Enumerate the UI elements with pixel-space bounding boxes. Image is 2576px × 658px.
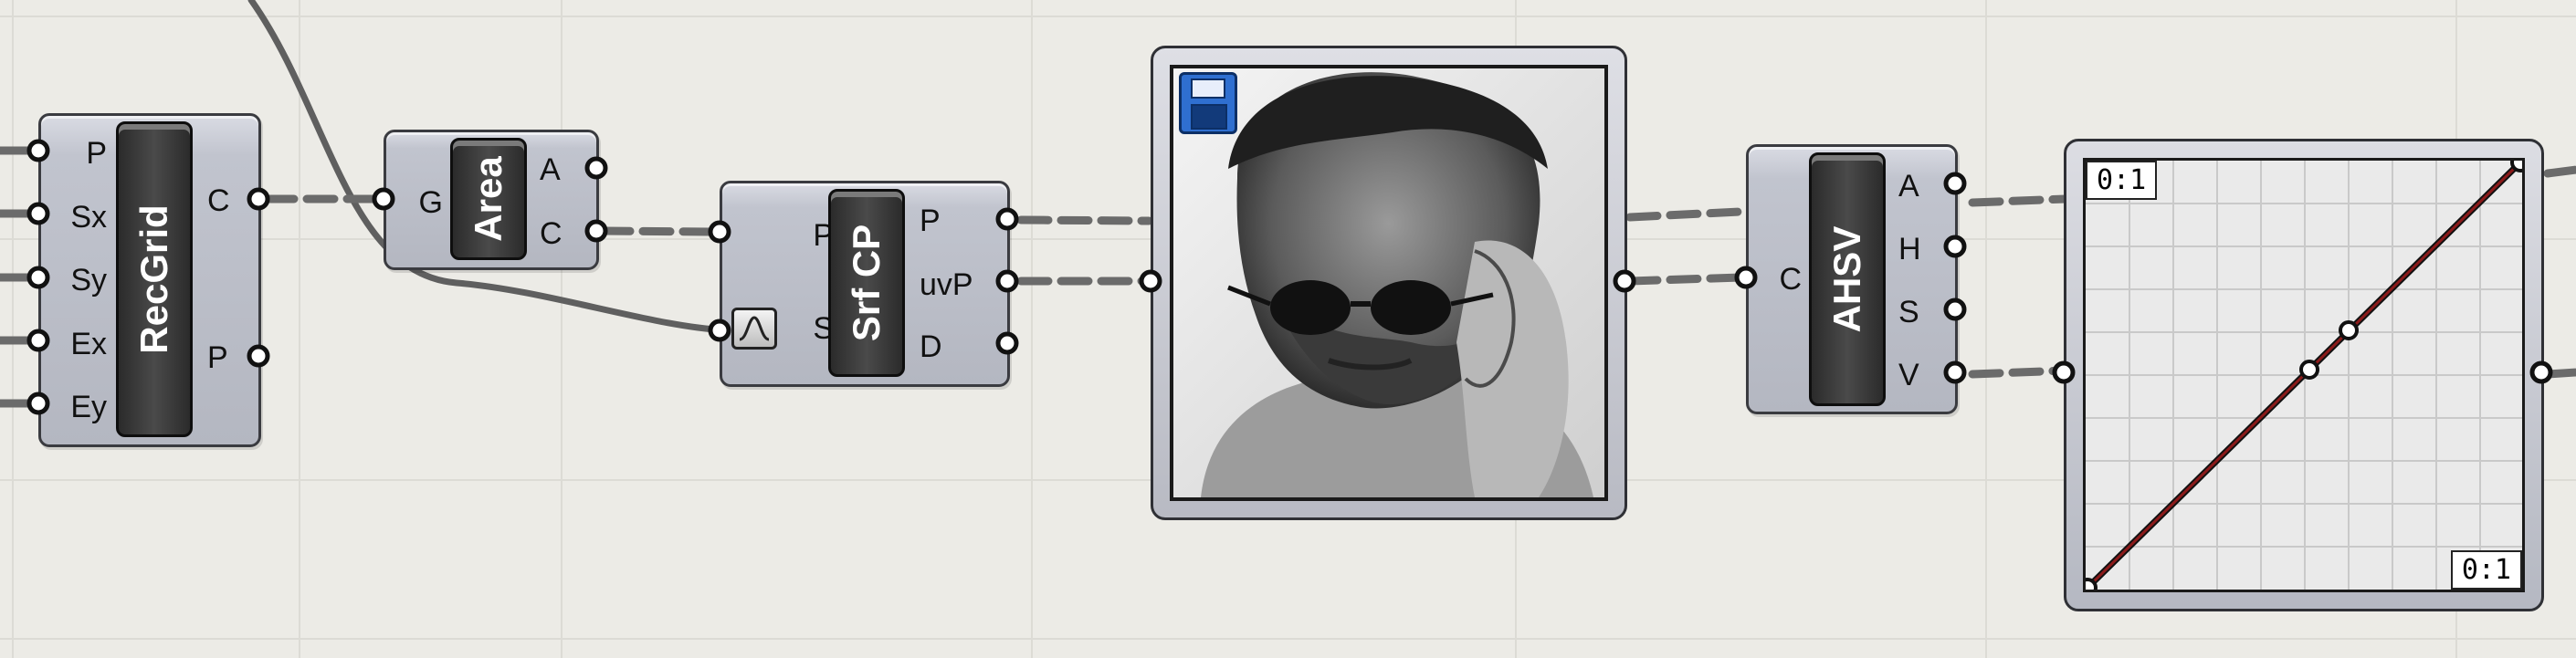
recgrid-input-sy[interactable]: Sy bbox=[48, 265, 107, 296]
recgrid-input-sx[interactable]: Sx bbox=[48, 202, 107, 233]
recgrid-input-p[interactable]: P bbox=[48, 138, 107, 169]
recgrid-component[interactable]: P Sx Sy Ex Ey RecGrid C P bbox=[38, 113, 261, 447]
recgrid-output-p[interactable]: P bbox=[207, 342, 228, 373]
wire-image-ahsv-2[interactable] bbox=[1625, 273, 1744, 286]
ahsv-output-a[interactable]: A bbox=[1898, 171, 1919, 202]
ahsv-output-v[interactable]: V bbox=[1898, 360, 1919, 391]
srfcp-title-block[interactable]: Srf CP bbox=[828, 189, 905, 377]
wire-area-srfcp[interactable] bbox=[598, 226, 717, 236]
wire-srfcp-image-p[interactable] bbox=[1016, 215, 1153, 225]
area-output-a[interactable]: A bbox=[540, 154, 561, 185]
graph-y-domain-label: 0:1 bbox=[2086, 161, 2158, 200]
graph-curve[interactable] bbox=[2077, 152, 2530, 598]
wire-graph-out-2[interactable] bbox=[2543, 368, 2576, 379]
floppy-disk-icon[interactable] bbox=[1179, 72, 1237, 134]
graph-mapper-component[interactable]: 0:1 0:1 bbox=[2064, 139, 2544, 611]
recgrid-output-c[interactable]: C bbox=[207, 185, 230, 216]
area-component[interactable]: G Area A C bbox=[384, 130, 599, 270]
srfcp-output-p[interactable]: P bbox=[920, 205, 941, 236]
area-input-g[interactable]: G bbox=[397, 187, 443, 218]
ahsv-title-block[interactable]: AHSV bbox=[1809, 152, 1886, 406]
recgrid-input-ey[interactable]: Ey bbox=[48, 392, 107, 423]
ahsv-title: AHSV bbox=[1825, 225, 1868, 333]
graph-handle-end[interactable] bbox=[2510, 152, 2530, 172]
srfcp-input-s[interactable]: S bbox=[783, 313, 834, 344]
recgrid-title-block[interactable]: RecGrid bbox=[116, 121, 193, 437]
graph-x-domain-label: 0:1 bbox=[2450, 550, 2522, 590]
area-output-c[interactable]: C bbox=[540, 218, 563, 249]
srfcp-title: Srf CP bbox=[845, 224, 888, 342]
graph-handle-start[interactable] bbox=[2077, 578, 2098, 598]
srfcp-component[interactable]: P S Srf CP P uvP D bbox=[720, 181, 1010, 387]
srfcp-output-d[interactable]: D bbox=[920, 331, 942, 362]
wire-ahsv-graph-a[interactable] bbox=[1968, 194, 2070, 207]
ahsv-output-h[interactable]: H bbox=[1898, 234, 1921, 265]
wire-graph-out-1[interactable] bbox=[2543, 165, 2576, 178]
graph-mapper-plot[interactable]: 0:1 0:1 bbox=[2077, 152, 2530, 598]
srfcp-output-uvp[interactable]: uvP bbox=[920, 269, 973, 300]
wire-image-ahsv-1[interactable] bbox=[1625, 207, 1744, 222]
recgrid-title: RecGrid bbox=[132, 204, 175, 354]
wire-ahsv-graph-v[interactable] bbox=[1968, 366, 2070, 379]
image-sampler-preview bbox=[1170, 65, 1608, 501]
graph-handle-mid-2[interactable] bbox=[2339, 320, 2359, 340]
ahsv-component[interactable]: C AHSV A H S V bbox=[1746, 144, 1958, 414]
bell-curve-icon bbox=[739, 316, 770, 341]
ahsv-input-c[interactable]: C bbox=[1756, 264, 1802, 295]
image-sampler-component[interactable] bbox=[1151, 46, 1627, 520]
area-title: Area bbox=[467, 156, 510, 242]
area-title-block[interactable]: Area bbox=[450, 138, 527, 260]
portrait-image bbox=[1173, 68, 1604, 497]
graph-param-icon[interactable] bbox=[731, 308, 777, 350]
ahsv-output-s[interactable]: S bbox=[1898, 297, 1919, 328]
srfcp-input-p[interactable]: P bbox=[783, 220, 834, 251]
recgrid-input-ex[interactable]: Ex bbox=[48, 329, 107, 360]
graph-handle-mid-1[interactable] bbox=[2299, 360, 2319, 380]
